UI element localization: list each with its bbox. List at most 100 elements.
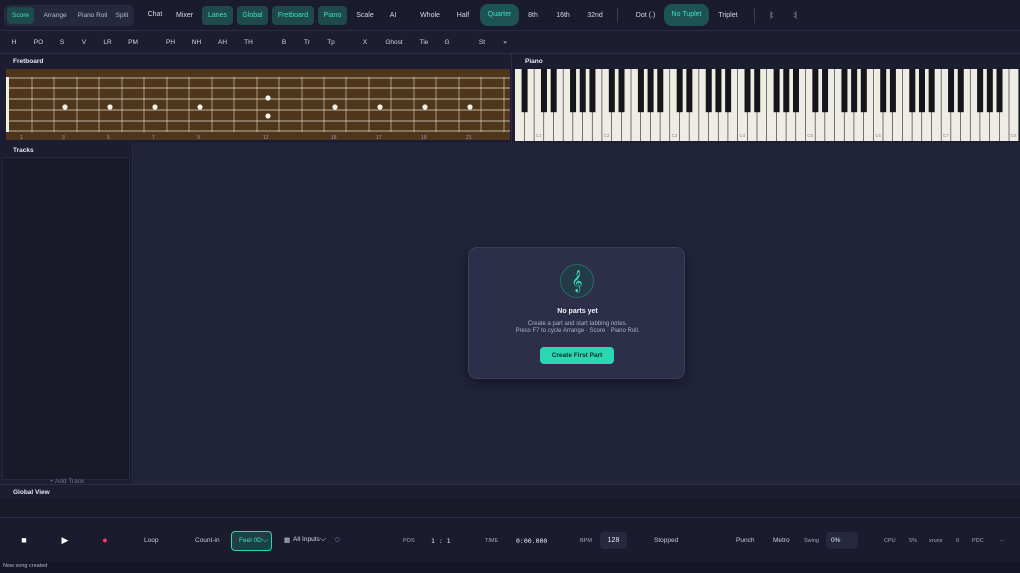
piano-black-key[interactable]: [841, 69, 848, 113]
loop-button[interactable]: Loop: [144, 537, 158, 544]
tech-tap-harmonic[interactable]: TH: [241, 31, 256, 54]
piano-black-key[interactable]: [705, 69, 712, 113]
piano-keyboard[interactable]: C1 C2 C3 C4 C5 C6 C7 C8: [515, 69, 1019, 141]
piano-black-key[interactable]: [977, 69, 984, 113]
piano-keyboard-svg[interactable]: C1 C2 C3 C4 C5 C6 C7 C8: [515, 69, 1019, 141]
piano-black-key[interactable]: [570, 69, 577, 113]
duration-whole-button[interactable]: Whole: [417, 6, 443, 25]
duration-8th-button[interactable]: 8th: [524, 6, 542, 25]
tech-dead-note[interactable]: X: [359, 31, 371, 54]
global-toggle[interactable]: Global: [237, 6, 268, 25]
tech-hammer-on[interactable]: H: [8, 31, 20, 54]
record-icon[interactable]: ●: [100, 535, 110, 545]
punch-button[interactable]: Punch: [736, 537, 754, 544]
tech-let-ring[interactable]: LR: [100, 31, 115, 54]
piano-octave-label: C4: [739, 133, 745, 138]
chat-button[interactable]: Chat: [144, 5, 166, 24]
piano-black-key[interactable]: [579, 69, 586, 113]
tech-tap[interactable]: Tp: [324, 31, 338, 54]
piano-black-key[interactable]: [725, 69, 732, 113]
tech-trill[interactable]: Tr: [300, 31, 314, 54]
piano-black-key[interactable]: [773, 69, 780, 113]
tech-slide[interactable]: S: [56, 31, 68, 54]
scale-button[interactable]: Scale: [353, 6, 377, 25]
piano-black-key[interactable]: [550, 69, 557, 113]
no-tuplet-button[interactable]: No Tuplet: [664, 4, 709, 26]
tech-pinch-harmonic[interactable]: PH: [163, 31, 178, 54]
create-first-part-button[interactable]: Create First Part: [540, 347, 614, 364]
input-monitor-indicator[interactable]: [335, 537, 340, 542]
play-icon[interactable]: ▶: [59, 535, 71, 545]
piano-black-key[interactable]: [589, 69, 596, 113]
tech-staccato[interactable]: St: [476, 31, 488, 54]
piano-black-key[interactable]: [822, 69, 829, 113]
tech-grace[interactable]: G: [441, 31, 453, 54]
dot-button[interactable]: Dot (.): [632, 6, 659, 25]
tech-vibrato[interactable]: V: [78, 31, 90, 54]
piano-black-key[interactable]: [540, 69, 547, 113]
repeat-end-button[interactable]: :|: [789, 6, 801, 25]
piano-black-key[interactable]: [812, 69, 819, 113]
tech-palm-mute[interactable]: PM: [125, 31, 141, 54]
view-piano-roll-button[interactable]: Piano Roll: [74, 7, 111, 24]
piano-black-key[interactable]: [792, 69, 799, 113]
piano-black-key[interactable]: [686, 69, 693, 113]
piano-black-key[interactable]: [647, 69, 654, 113]
fretboard-toggle[interactable]: Fretboard: [272, 6, 314, 25]
fretboard-view[interactable]: 1 3 5 7 9 12 15 17 19 21: [6, 69, 510, 141]
piano-black-key[interactable]: [918, 69, 925, 113]
piano-black-key[interactable]: [676, 69, 683, 113]
count-in-button[interactable]: Count-in: [195, 537, 220, 544]
tech-natural-harmonic[interactable]: NH: [189, 31, 204, 54]
view-split-button[interactable]: Split: [112, 7, 132, 24]
triplet-button[interactable]: Triplet: [715, 6, 741, 25]
piano-black-key[interactable]: [986, 69, 993, 113]
duration-half-button[interactable]: Half: [452, 6, 474, 25]
piano-black-key[interactable]: [715, 69, 722, 113]
stop-icon[interactable]: ■: [19, 535, 29, 545]
duration-32nd-button[interactable]: 32nd: [584, 6, 606, 25]
piano-black-key[interactable]: [996, 69, 1003, 113]
view-arrange-button[interactable]: Arrange: [37, 7, 73, 24]
tech-artificial-harmonic[interactable]: AH: [215, 31, 230, 54]
piano-black-key[interactable]: [521, 69, 528, 113]
lanes-toggle[interactable]: Lanes: [202, 6, 233, 25]
piano-black-key[interactable]: [889, 69, 896, 113]
piano-toggle[interactable]: Piano: [318, 6, 347, 25]
piano-black-key[interactable]: [637, 69, 644, 113]
piano-black-key[interactable]: [754, 69, 761, 113]
tracks-list[interactable]: + Add Track: [2, 157, 130, 485]
mixer-button[interactable]: Mixer: [172, 6, 197, 25]
tech-tie[interactable]: Tie: [417, 31, 431, 54]
input-select[interactable]: ▦ All Inputs ⌵: [279, 531, 331, 551]
piano-white-key[interactable]: [1009, 69, 1019, 141]
fretboard-svg[interactable]: 1 3 5 7 9 12 15 17 19 21: [6, 69, 510, 141]
piano-black-key[interactable]: [851, 69, 858, 113]
piano-black-key[interactable]: [657, 69, 664, 113]
piano-black-key[interactable]: [957, 69, 964, 113]
feel-select[interactable]: Feel 0D ⌵: [231, 531, 272, 551]
piano-black-key[interactable]: [744, 69, 751, 113]
piano-black-key[interactable]: [783, 69, 790, 113]
piano-black-key[interactable]: [608, 69, 615, 113]
global-view-timeline[interactable]: [0, 498, 1020, 518]
piano-black-key[interactable]: [618, 69, 625, 113]
repeat-start-button[interactable]: |:: [766, 6, 778, 25]
metronome-button[interactable]: Metro: [773, 537, 790, 544]
ai-button[interactable]: AI: [384, 6, 402, 25]
tech-more-button[interactable]: »: [499, 31, 511, 54]
tech-ghost-note[interactable]: Ghost: [382, 31, 406, 54]
piano-black-key[interactable]: [928, 69, 935, 113]
piano-black-key[interactable]: [880, 69, 887, 113]
piano-black-key[interactable]: [860, 69, 867, 113]
tech-pull-off[interactable]: PO: [31, 31, 46, 54]
swing-input[interactable]: 0%: [826, 532, 858, 549]
fret-inlay-dot: [107, 104, 113, 110]
piano-black-key[interactable]: [948, 69, 955, 113]
duration-quarter-button[interactable]: Quarter: [480, 4, 519, 26]
piano-black-key[interactable]: [909, 69, 916, 113]
tech-bend[interactable]: B: [278, 31, 290, 54]
bpm-input[interactable]: 128: [600, 532, 627, 549]
duration-16th-button[interactable]: 16th: [553, 6, 573, 25]
view-score-button[interactable]: Score: [7, 7, 34, 24]
